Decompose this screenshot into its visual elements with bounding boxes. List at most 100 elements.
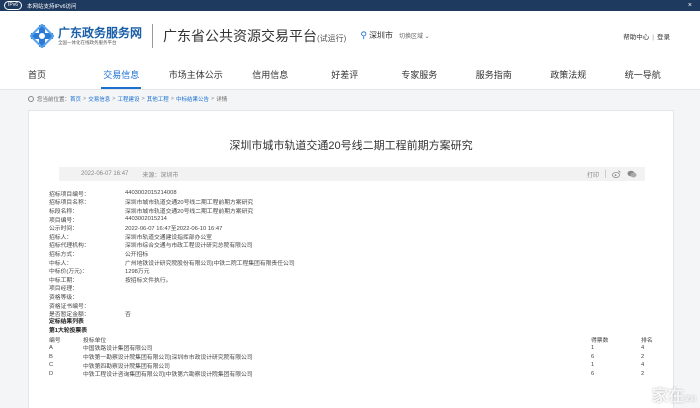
nav-item-credit-info[interactable]: 信用信息: [233, 60, 308, 89]
gov-logo-icon[interactable]: [30, 23, 54, 48]
breadcrumb-sep: >: [170, 96, 174, 102]
nav-item-rating[interactable]: 好差评: [308, 60, 383, 89]
platform-suffix: (试运行): [317, 33, 347, 43]
help-center-link[interactable]: 帮助中心: [623, 34, 649, 41]
nav-item-service-guide[interactable]: 服务指南: [457, 60, 532, 89]
cell-votes: 1: [591, 344, 595, 351]
close-icon[interactable]: ×: [688, 2, 696, 9]
article-title: 深圳市城市轨道交通20号线二期工程前期方案研究: [229, 140, 473, 152]
field-row: 项目编号： 4403002015214: [49, 215, 673, 224]
article-meta-bar: 2022-06-07 16:47 来源：深圳市 打印: [59, 167, 645, 181]
site-header: 广东政务服务网 全国一体化在线政务服务平台 广东省公共资源交易平台(试运行) ⚲…: [0, 11, 700, 60]
cell-number: D: [49, 370, 54, 377]
field-row: 招标人： 深圳市轨道交通建设指挥部办公室: [49, 232, 673, 241]
cell-rank: 4: [641, 362, 645, 369]
article-panel: 深圳市城市轨道交通20号线二期工程前期方案研究 2022-06-07 16:47…: [28, 110, 674, 408]
cell-votes: 6: [591, 353, 595, 360]
switch-region-label: 切换区域: [398, 34, 423, 40]
vote-table: 编号 投标单位 得票数 排名 A 中国铁路设计集团有限公司 1 4 B 中铁第一…: [49, 335, 669, 378]
field-row: 公示时间： 2022-06-07 16:47至2022-06-10 16:47: [49, 223, 673, 232]
field-row: 招标方式： 公开招标: [49, 249, 673, 258]
col-header-rank: 排名: [641, 337, 653, 344]
field-value: 否: [125, 312, 131, 319]
platform-name: 广东省公共资源交易平台: [163, 27, 318, 44]
article-source: 来源：深圳市: [142, 172, 179, 179]
platform-title: 广东省公共资源交易平台(试运行): [163, 26, 346, 46]
award-result-section-title: 定标结果列表: [49, 318, 84, 325]
award-details: 招标项目编号： 4403002015214008 招标项目名称： 深圳市城市轨道交通…: [49, 189, 673, 378]
breadcrumb-sep: >: [112, 96, 116, 102]
col-header-number: 编号: [49, 337, 61, 344]
field-value: 深圳市城市轨道交通20号线二期工程前期方案研究: [125, 208, 254, 215]
col-header-votes: 得票数: [591, 337, 609, 344]
breadcrumb-sep: >: [141, 96, 145, 102]
field-row: 中标价(万元)： 1298万元: [49, 266, 673, 275]
breadcrumb-engineering[interactable]: 工程建设: [117, 95, 139, 103]
cell-number: B: [49, 353, 53, 360]
logo-subtitle: 全国一体化在线政务服务平台: [58, 39, 117, 45]
article-actions: 打印: [587, 170, 637, 179]
cell-bidder: 中铁工程设计咨询集团有限公司|中铁第六勘察设计院集团有限公司: [83, 372, 253, 379]
table-row: A 中国铁路设计集团有限公司 1 4: [49, 344, 669, 353]
field-value: 4403002015214008: [125, 190, 177, 197]
nav-item-home[interactable]: 首页: [28, 60, 84, 89]
nav-item-market-entity[interactable]: 市场主体公示: [159, 60, 234, 89]
site-watermark: 家在深圳: [652, 382, 696, 406]
field-row: 标段名称： 深圳市城市轨道交通20号线二期工程前期方案研究: [49, 206, 673, 215]
main-nav: 首页 交易信息 市场主体公示 信用信息 好差评 专家服务 服务指南 政策法规 统…: [0, 60, 700, 90]
field-row: 招标代理机构： 深圳市综合交通与市政工程设计研究总院有限公司: [49, 241, 673, 249]
table-row: B 中铁第一勘察设计院集团有限公司|深圳市市政设计研究院有限公司 6 2: [49, 352, 669, 362]
action-divider: [605, 170, 606, 178]
chevron-down-icon: ⌄: [424, 34, 430, 40]
wechat-share-icon[interactable]: [627, 170, 637, 178]
city-name: 深圳市: [368, 31, 393, 40]
print-button[interactable]: 打印: [587, 170, 599, 179]
weibo-share-icon[interactable]: [612, 170, 621, 178]
nav-item-expert-service[interactable]: 专家服务: [382, 60, 457, 89]
vote-table-title: 第1大轮投票表: [49, 327, 88, 334]
breadcrumb-sep: >: [83, 96, 87, 102]
field-label: 是否暂定金额：: [49, 312, 90, 319]
cell-votes: 6: [591, 370, 595, 377]
ipv6-notice-text: 本网站支持IPv6访问: [27, 3, 77, 10]
logo-text[interactable]: 广东政务服务网 全国一体化在线政务服务平台: [58, 26, 142, 46]
ipv6-badge: IPv6: [4, 1, 23, 10]
table-row: D 中铁工程设计咨询集团有限公司|中铁第六勘察设计院集团有限公司 6 2: [49, 369, 669, 379]
location-pin-icon: ⚲: [360, 30, 367, 40]
breadcrumb-award-notice[interactable]: 中标结果公告: [176, 95, 209, 103]
switch-region-button[interactable]: 切换区域 ⌄: [399, 31, 430, 40]
breadcrumb-sep: >: [210, 96, 215, 102]
field-value: 按招标文件执行。: [125, 277, 172, 284]
nav-item-unified-nav[interactable]: 统一导航: [606, 60, 681, 89]
nav-item-policy[interactable]: 政策法规: [531, 60, 606, 89]
breadcrumb-prefix: 您当前位置：: [37, 97, 71, 103]
field-row: 项目经理：: [49, 284, 673, 292]
field-row: 招标项目编号： 4403002015214008: [49, 189, 673, 198]
field-row: 中标工期： 按招标文件执行。: [49, 275, 673, 284]
header-link-sep: |: [652, 33, 654, 41]
field-row: 资格证书编号：: [49, 301, 673, 310]
cell-number: A: [49, 344, 53, 351]
cell-number: C: [49, 362, 54, 369]
publish-date: 2022-06-07 16:47: [81, 171, 129, 177]
cell-votes: 1: [591, 362, 595, 369]
cell-rank: 2: [641, 353, 645, 360]
cell-rank: 4: [641, 344, 645, 351]
field-value: 4403002015214: [125, 216, 167, 223]
breadcrumb-current: 详情: [216, 97, 228, 103]
watermark-sub: 深圳: [683, 397, 696, 403]
field-value: 广州地铁设计研究院股份有限公司|中铁二院工程集团有限责任公司: [125, 260, 295, 267]
ipv6-notice-bar: IPv6 本网站支持IPv6访问 ×: [0, 0, 700, 11]
field-row: 资格等级：: [49, 292, 673, 301]
field-row: 招标项目名称： 深圳市城市轨道交通20号线二期工程前期方案研究: [49, 198, 673, 206]
breadcrumb-other-engineering[interactable]: 其他工程: [147, 95, 169, 103]
nav-item-trading-info[interactable]: 交易信息: [84, 60, 159, 89]
city-selector[interactable]: ⚲ 深圳市 切换区域 ⌄: [360, 30, 429, 41]
table-header-row: 编号 投标单位 得票数 排名: [49, 335, 669, 344]
breadcrumb-trading-info[interactable]: 交易信息: [88, 95, 110, 103]
login-link[interactable]: 登录: [657, 34, 670, 41]
field-row: 是否暂定金额： 否: [49, 309, 673, 318]
location-icon: [28, 96, 34, 102]
field-row: 中标人： 广州地铁设计研究院股份有限公司|中铁二院工程集团有限责任公司: [49, 258, 673, 267]
breadcrumb-home[interactable]: 首页: [70, 95, 81, 103]
